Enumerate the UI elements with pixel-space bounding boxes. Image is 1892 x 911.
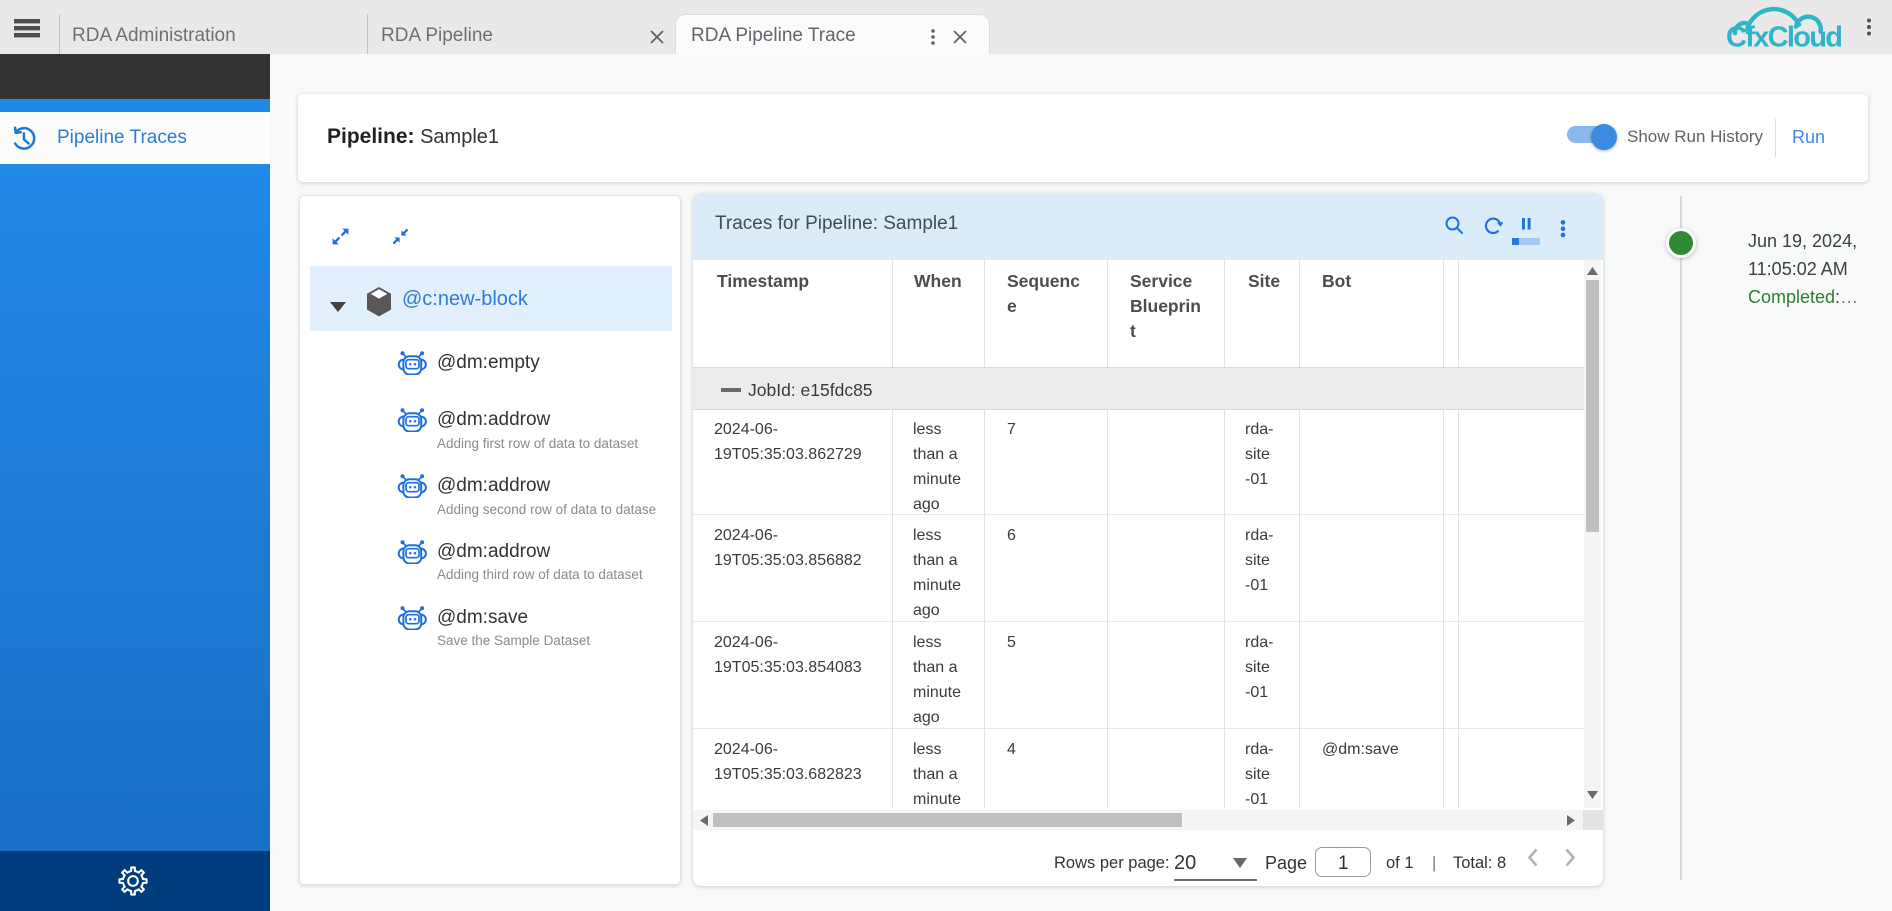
svg-text:CfxCloud: CfxCloud: [1726, 22, 1841, 54]
